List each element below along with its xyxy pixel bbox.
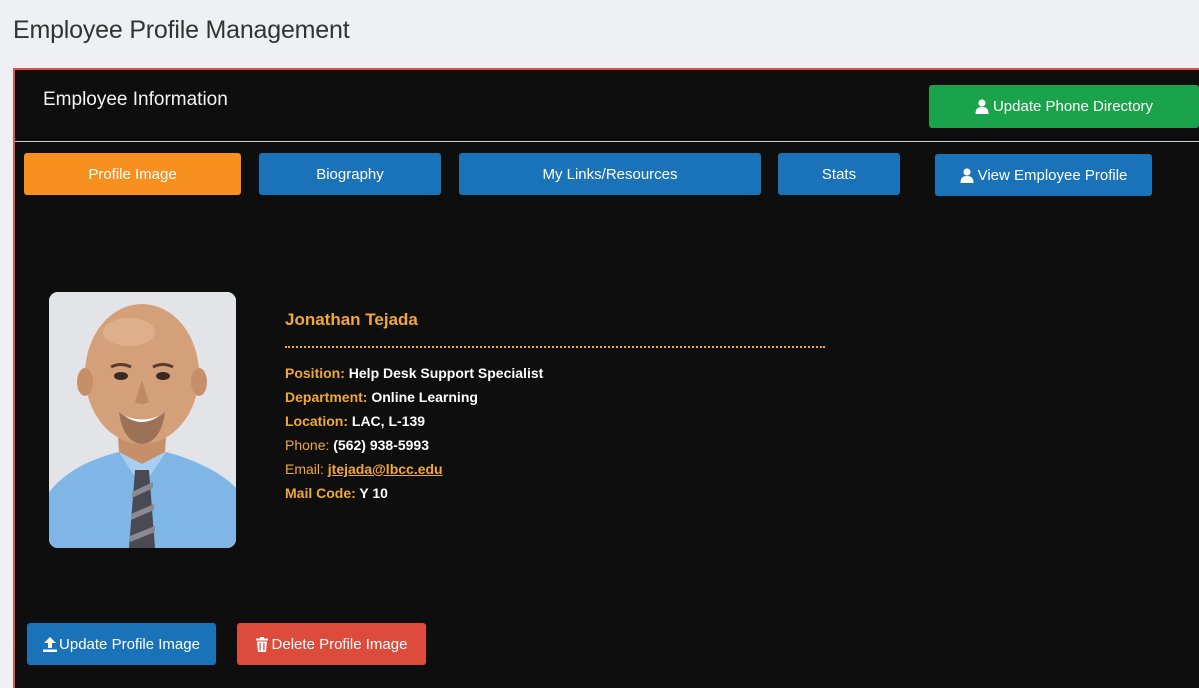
delete-profile-image-button[interactable]: Delete Profile Image <box>237 623 426 665</box>
update-phone-directory-label: Update Phone Directory <box>992 98 1154 115</box>
position-label: Position: <box>285 365 345 381</box>
location-row: Location: LAC, L-139 <box>285 409 845 433</box>
employee-info-panel: Employee Information Update Phone Direct… <box>13 68 1199 688</box>
email-link[interactable]: jtejada@lbcc.edu <box>328 461 443 477</box>
panel-title: Employee Information <box>43 89 228 110</box>
panel-header: Employee Information Update Phone Direct… <box>15 70 1199 142</box>
user-icon <box>960 167 974 183</box>
update-profile-image-button[interactable]: Update Profile Image <box>27 623 216 665</box>
dotted-divider <box>285 346 825 348</box>
tab-stats[interactable]: Stats <box>778 153 900 195</box>
tab-label: Profile Image <box>88 165 177 183</box>
page-title: Employee Profile Management <box>13 16 350 44</box>
delete-profile-image-label: Delete Profile Image <box>271 635 408 653</box>
location-value: LAC, L-139 <box>351 413 426 429</box>
tab-profile-image[interactable]: Profile Image <box>24 153 241 195</box>
position-row: Position: Help Desk Support Specialist <box>285 361 845 385</box>
tab-my-links-resources[interactable]: My Links/Resources <box>459 153 761 195</box>
view-employee-profile-label: View Employee Profile <box>977 166 1128 184</box>
location-label: Location: <box>285 413 348 429</box>
email-label: Email: <box>285 461 324 477</box>
user-icon <box>975 99 989 114</box>
email-row: Email: jtejada@lbcc.edu <box>285 457 845 481</box>
tab-label: Biography <box>316 165 384 183</box>
department-label: Department: <box>285 389 368 405</box>
mailcode-value: Y 10 <box>359 485 388 501</box>
trash-icon <box>255 636 268 652</box>
tab-biography[interactable]: Biography <box>259 153 441 195</box>
phone-value: (562) 938-5993 <box>333 437 430 453</box>
employee-details: Jonathan Tejada Position: Help Desk Supp… <box>285 310 845 505</box>
tab-label: My Links/Resources <box>542 165 678 183</box>
upload-icon <box>43 636 58 652</box>
mailcode-row: Mail Code: Y 10 <box>285 481 845 505</box>
update-profile-image-label: Update Profile Image <box>59 635 200 653</box>
position-value: Help Desk Support Specialist <box>348 365 544 381</box>
department-value: Online Learning <box>371 389 478 405</box>
profile-photo <box>49 292 236 548</box>
view-employee-profile-button[interactable]: View Employee Profile <box>935 154 1152 196</box>
mailcode-label: Mail Code: <box>285 485 356 501</box>
department-row: Department: Online Learning <box>285 385 845 409</box>
employee-name: Jonathan Tejada <box>285 310 418 329</box>
update-phone-directory-button[interactable]: Update Phone Directory <box>929 85 1199 128</box>
phone-label: Phone: <box>285 437 330 453</box>
phone-row: Phone: (562) 938-5993 <box>285 433 845 457</box>
tab-label: Stats <box>821 165 857 183</box>
